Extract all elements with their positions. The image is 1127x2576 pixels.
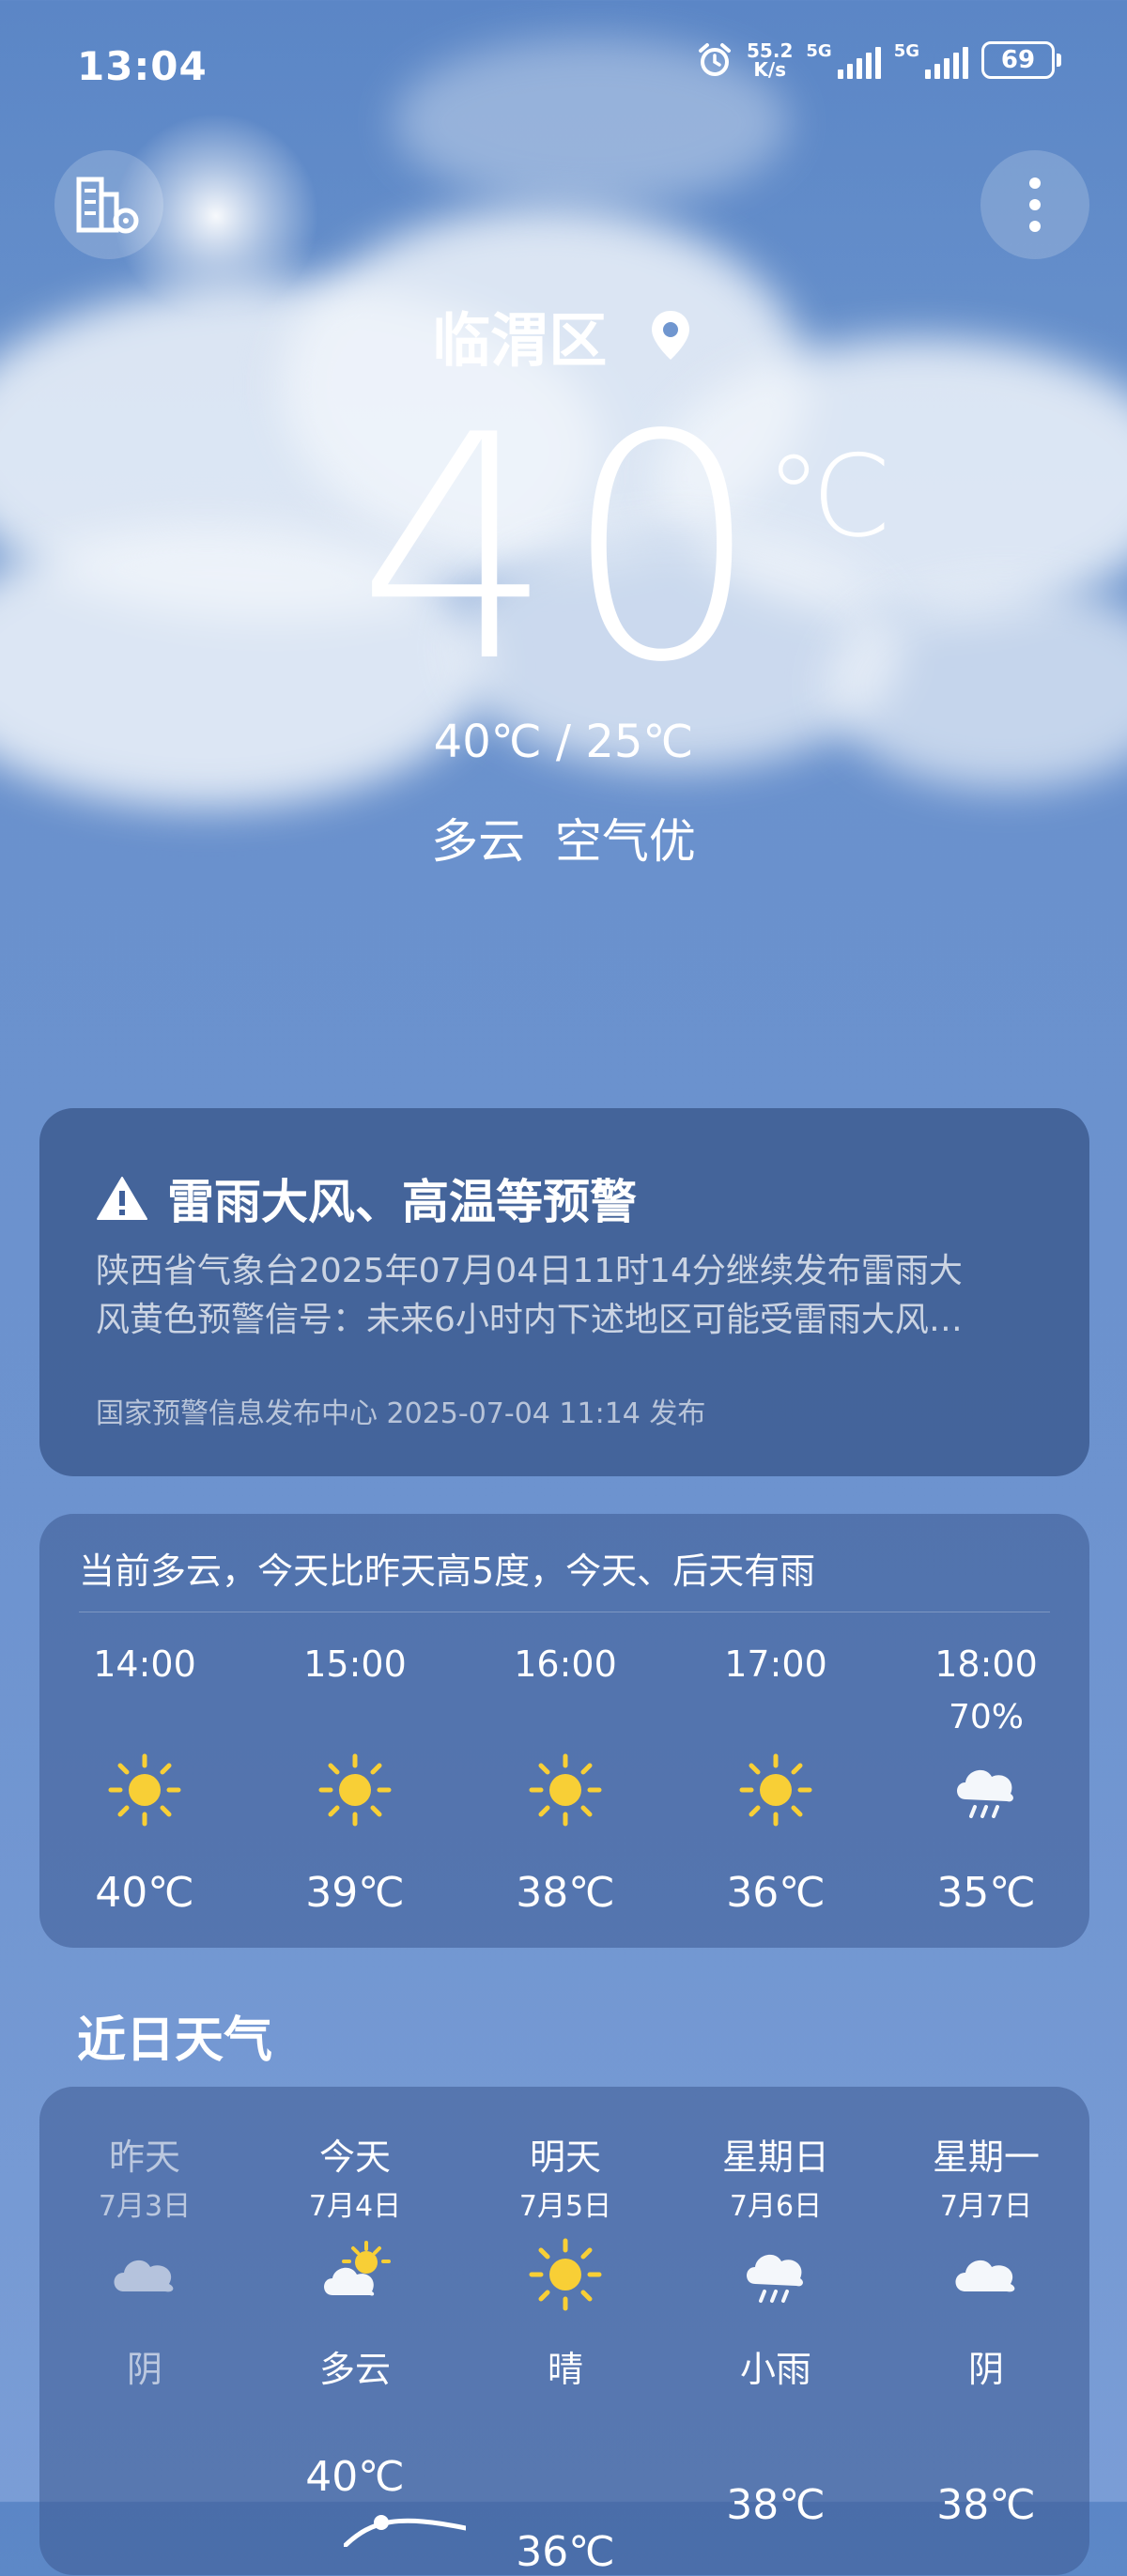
sun-icon	[739, 1753, 812, 1827]
sun-icon	[318, 1753, 392, 1827]
hour-time: 16:00	[514, 1643, 617, 1685]
hour-temperature: 38℃	[516, 1869, 615, 1917]
hour-time: 17:00	[724, 1643, 827, 1685]
sun-icon	[108, 1753, 181, 1827]
city-manage-button[interactable]	[54, 150, 163, 259]
hour-temperature: 39℃	[305, 1869, 405, 1917]
sun-icon	[529, 1753, 602, 1827]
day-date: 7月4日	[308, 2190, 402, 2223]
hourly-forecast-card[interactable]: 当前多云，今天比昨天高5度，今天、后天有雨 14:00 40℃ 15:00 39…	[39, 1514, 1089, 1948]
hour-time: 18:00	[934, 1643, 1038, 1685]
alert-source: 国家预警信息发布中心 2025-07-04 11:14 发布	[96, 1397, 706, 1430]
day-date: 7月6日	[729, 2190, 823, 2223]
sun-icon	[529, 2238, 602, 2311]
recent-weather-title: 近日天气	[77, 2013, 273, 2069]
signal-strength-2: 5G	[894, 41, 968, 79]
alert-title: 雷雨大风、高温等预警	[167, 1175, 637, 1229]
signal-strength-1: 5G	[806, 41, 881, 79]
hourly-summary: 当前多云，今天比昨天高5度，今天、后天有雨	[79, 1550, 816, 1592]
day-date: 7月7日	[939, 2190, 1033, 2223]
cloud-icon	[955, 2260, 1015, 2292]
network-speed: 55.2 K/s	[747, 39, 794, 81]
hour-time: 15:00	[303, 1643, 407, 1685]
day-high: 36℃	[516, 2528, 615, 2576]
weather-alert-card[interactable]: 雷雨大风、高温等预警 陕西省气象台2025年07月04日11时14分继续发布雷雨…	[39, 1108, 1089, 1476]
location-pin-icon	[651, 311, 689, 360]
battery-indicator: 69	[981, 41, 1061, 79]
weather-condition: 多云 空气优	[431, 814, 696, 869]
temperature-unit: ℃	[765, 432, 892, 563]
day-condition: 多云	[318, 2349, 391, 2390]
day-label: 昨天	[108, 2136, 180, 2178]
alarm-icon	[699, 43, 732, 76]
current-temperature: 40	[357, 369, 770, 730]
day-high: 38℃	[936, 2481, 1036, 2529]
precipitation-probability: 70%	[948, 1698, 1024, 1736]
day-label: 星期日	[721, 2136, 829, 2178]
hour-temperature: 40℃	[95, 1869, 194, 1917]
hour-temperature: 35℃	[936, 1869, 1036, 1917]
day-label: 今天	[318, 2136, 391, 2178]
more-vertical-icon	[1029, 177, 1041, 232]
hour-time: 14:00	[93, 1643, 196, 1685]
temperature-range: 40℃ / 25℃	[433, 716, 694, 768]
status-time: 13:04	[77, 43, 208, 89]
day-date: 7月3日	[98, 2190, 192, 2223]
more-menu-button[interactable]	[980, 150, 1089, 259]
rain-cloud-icon	[957, 1769, 1013, 1818]
day-condition: 小雨	[739, 2349, 811, 2390]
cloud-icon	[114, 2260, 174, 2292]
city-settings-icon	[76, 177, 139, 234]
warning-icon	[97, 1177, 147, 1220]
day-condition: 阴	[967, 2349, 1004, 2390]
day-high: 38℃	[726, 2481, 826, 2529]
day-date: 7月5日	[518, 2190, 612, 2223]
status-bar: 13:04 55.2 K/s 5G 5G 69	[0, 0, 1127, 94]
day-condition: 阴	[126, 2349, 162, 2390]
hour-temperature: 36℃	[726, 1869, 826, 1917]
alert-description: 陕西省气象台2025年07月04日11时14分继续发布雷雨大 风黄色预警信号：未…	[96, 1252, 963, 1339]
rain-cloud-icon	[747, 2254, 803, 2303]
day-condition: 晴	[547, 2349, 583, 2390]
day-label: 明天	[529, 2136, 601, 2178]
daily-forecast-card[interactable]: 昨天 7月3日 阴 今天 7月4日 多云 40℃ 明天 7月5日 晴 36℃ 星…	[39, 2087, 1089, 2576]
location-title[interactable]: 临渭区	[0, 293, 1127, 378]
temperature-trend-line	[344, 2515, 466, 2547]
day-label: 星期一	[932, 2136, 1040, 2178]
partly-cloudy-icon	[324, 2241, 391, 2296]
